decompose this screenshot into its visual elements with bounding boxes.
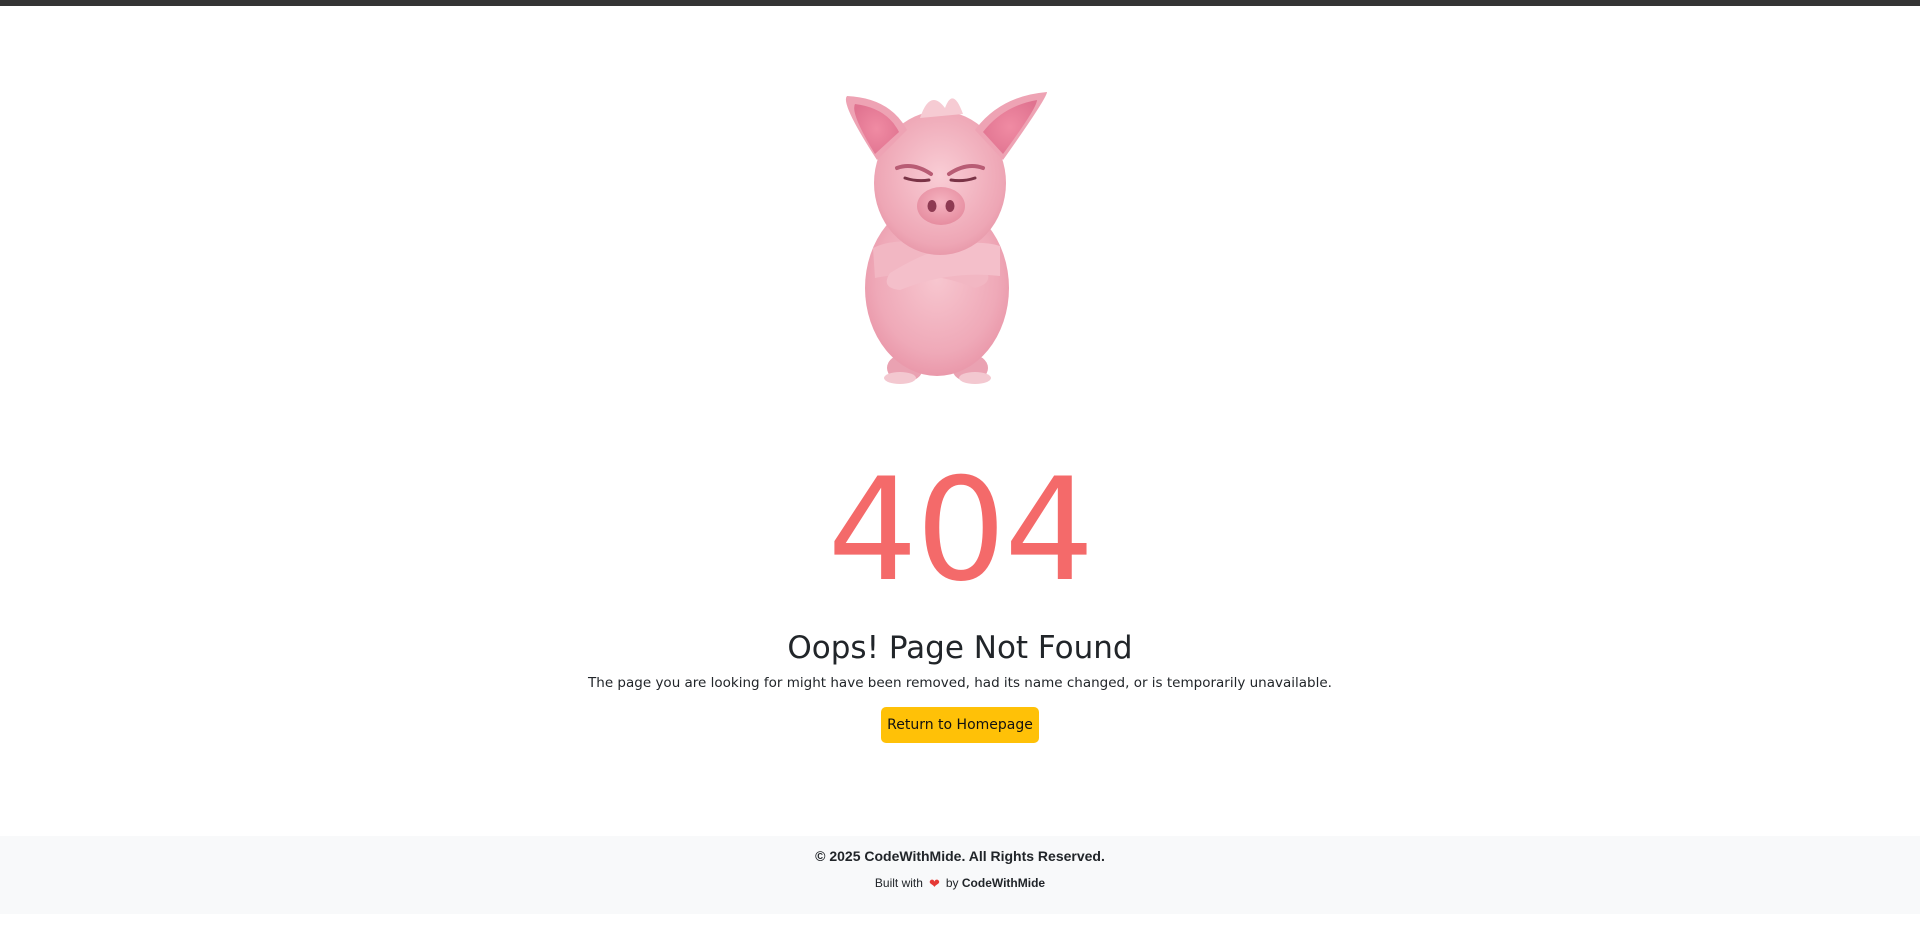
return-home-button[interactable]: Return to Homepage [881, 707, 1039, 743]
footer: © 2025 CodeWithMide. All Rights Reserved… [0, 836, 1920, 914]
built-with-label: Built with [874, 876, 923, 890]
footer-built-with: Built with ❤ by CodeWithMide [0, 874, 1920, 893]
footer-brand-link[interactable]: CodeWithMide [962, 876, 1045, 890]
heart-icon: ❤ [928, 876, 940, 891]
page-title: Oops! Page Not Found [787, 630, 1133, 666]
built-by-label: by [945, 876, 959, 890]
main-content: 404 Oops! Page Not Found The page you ar… [0, 6, 1920, 836]
footer-copyright: © 2025 CodeWithMide. All Rights Reserved… [815, 848, 1105, 864]
error-code: 404 [827, 448, 1094, 613]
error-description: The page you are looking for might have … [588, 675, 1332, 691]
grumpy-pig-image [835, 78, 1060, 388]
